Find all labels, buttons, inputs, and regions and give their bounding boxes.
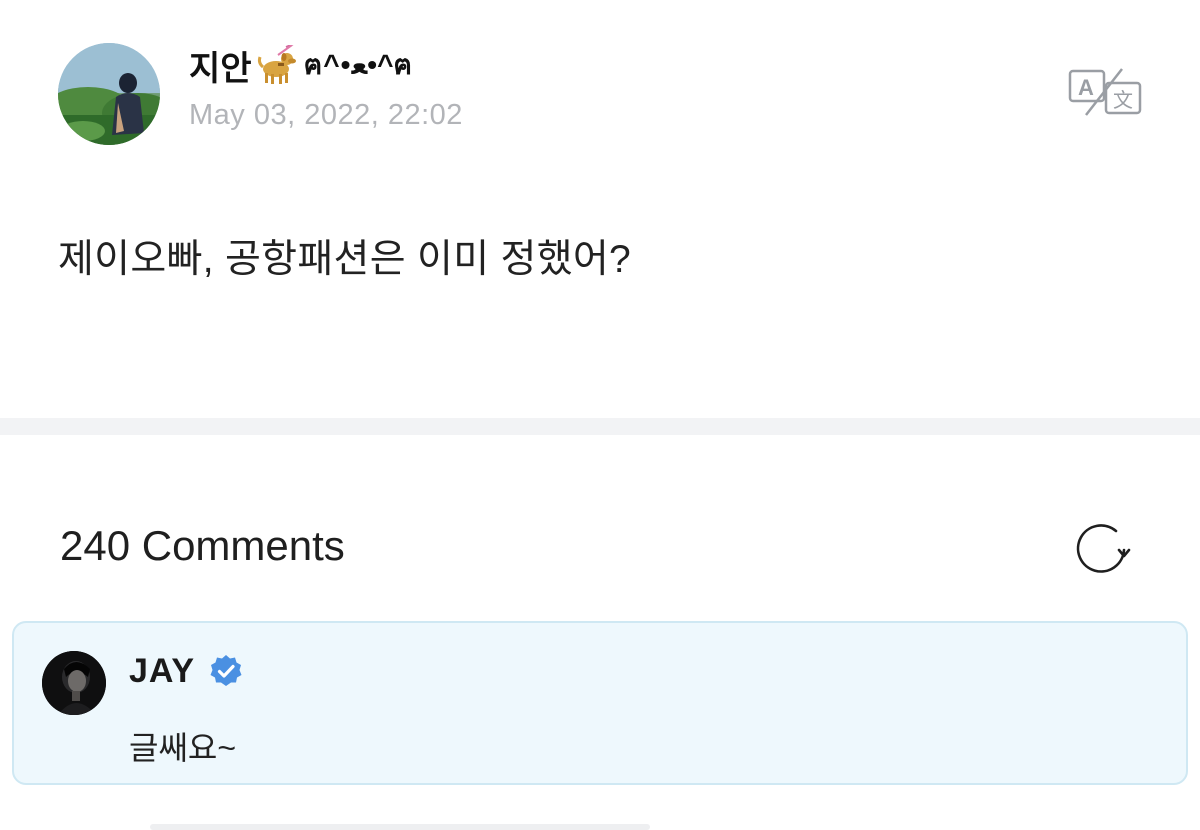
comment-author-name: JAY (129, 651, 196, 690)
svg-text:文: 文 (1113, 88, 1133, 112)
post-timestamp: May 03, 2022, 22:02 (189, 99, 463, 131)
post-body: 제이오빠, 공항패션은 이미 정했어? (58, 238, 632, 281)
section-divider (0, 418, 1200, 435)
author-name-text: 지안 (189, 49, 252, 88)
highlighted-comment[interactable]: JAY 글쌔요~ (12, 621, 1188, 785)
translate-icon: A 文 (1068, 68, 1142, 116)
comment-author[interactable]: JAY (129, 651, 243, 691)
svg-text:A: A (1078, 75, 1094, 100)
comments-count: 240 Comments (60, 522, 345, 569)
refresh-icon (1076, 524, 1131, 573)
post-header: 지안 ฅ^•ﻌ•^ฅ May 03, 2022, 22:02 A 文 (58, 43, 1142, 147)
author-avatar[interactable] (58, 43, 160, 145)
next-comment-edge (150, 824, 650, 830)
author-name[interactable]: 지안 ฅ^•ﻌ•^ฅ (189, 45, 414, 88)
translate-button[interactable]: A 文 (1068, 67, 1142, 117)
post-detail-screen: 지안 ฅ^•ﻌ•^ฅ May 03, 2022, 22:02 A 文 제이오빠,… (0, 0, 1200, 830)
verified-badge-icon (209, 654, 243, 688)
comment-text: 글쌔요~ (129, 730, 237, 766)
refresh-button[interactable] (1072, 520, 1132, 576)
guide-dog-emoji-icon (256, 45, 300, 85)
comment-author-avatar[interactable] (42, 651, 106, 715)
author-kaomoji: ฅ^•ﻌ•^ฅ (303, 49, 414, 80)
